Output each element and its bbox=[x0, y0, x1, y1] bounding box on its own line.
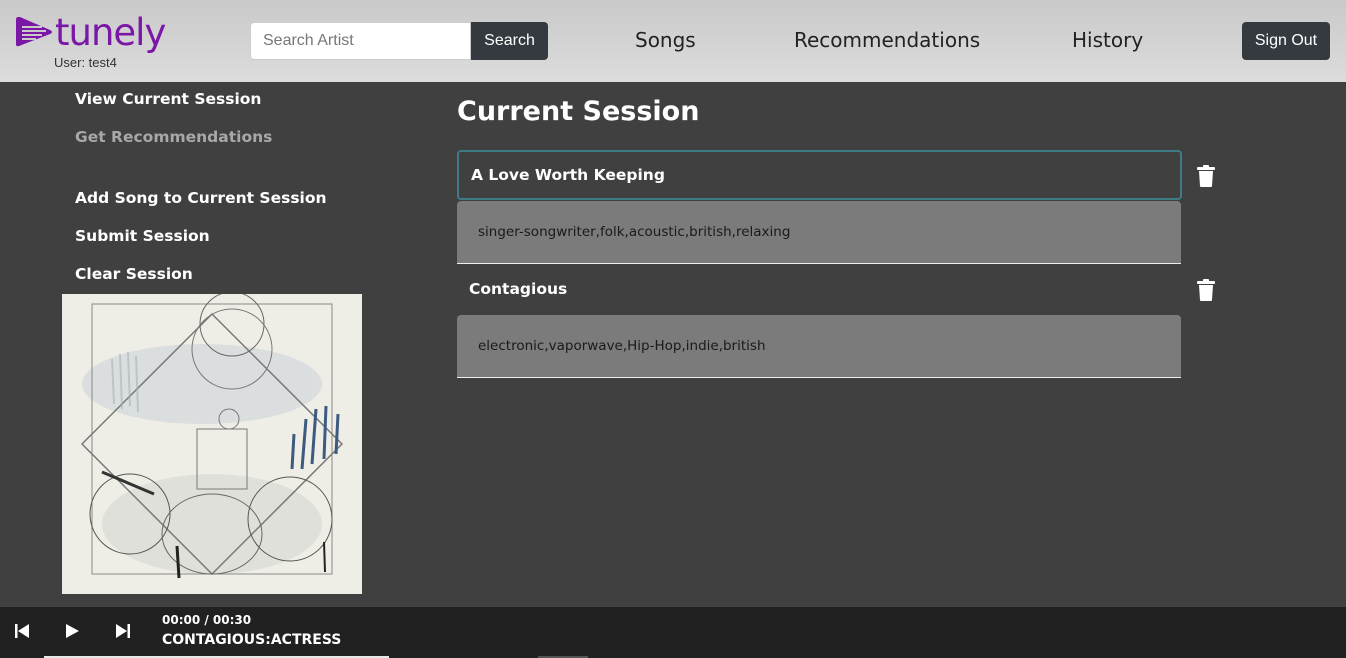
sidebar-item-submit-session[interactable]: Submit Session bbox=[75, 227, 210, 245]
song-tags: electronic,vaporwave,Hip-Hop,indie,briti… bbox=[457, 315, 1181, 378]
album-art bbox=[62, 294, 362, 594]
top-header: tunely User: test4 Search Songs Recommen… bbox=[0, 0, 1346, 82]
song-item-header[interactable]: Contagious bbox=[457, 264, 1182, 314]
playback-time: 00:00 / 00:30 bbox=[162, 613, 252, 627]
audio-player: 00:00 / 00:30 CONTAGIOUS:ACTRESS bbox=[0, 607, 1346, 658]
trash-icon[interactable] bbox=[1197, 279, 1215, 301]
play-icon[interactable] bbox=[66, 623, 79, 639]
now-playing-track: CONTAGIOUS:ACTRESS bbox=[162, 632, 342, 648]
tunely-logo[interactable]: tunely bbox=[14, 10, 166, 54]
nav-songs[interactable]: Songs bbox=[635, 28, 696, 52]
trash-icon[interactable] bbox=[1197, 165, 1215, 187]
user-label: User: test4 bbox=[54, 55, 117, 70]
play-logo-icon bbox=[16, 17, 52, 47]
logo-text: tunely bbox=[55, 10, 166, 54]
search-input[interactable] bbox=[250, 22, 471, 60]
nav-recommendations[interactable]: Recommendations bbox=[794, 28, 980, 52]
song-item-header[interactable]: A Love Worth Keeping bbox=[457, 150, 1182, 200]
page-title: Current Session bbox=[457, 96, 700, 127]
search-button[interactable]: Search bbox=[471, 22, 548, 60]
song-tags: singer-songwriter,folk,acoustic,british,… bbox=[457, 201, 1181, 264]
sign-out-button[interactable]: Sign Out bbox=[1242, 22, 1330, 60]
nav-history[interactable]: History bbox=[1072, 28, 1143, 52]
sidebar-item-view-current-session[interactable]: View Current Session bbox=[75, 90, 261, 108]
skip-next-icon[interactable] bbox=[116, 623, 130, 639]
sidebar-item-add-song[interactable]: Add Song to Current Session bbox=[75, 189, 327, 207]
sidebar-item-clear-session[interactable]: Clear Session bbox=[75, 265, 193, 283]
sidebar-item-get-recommendations[interactable]: Get Recommendations bbox=[75, 128, 272, 146]
skip-previous-icon[interactable] bbox=[15, 623, 29, 639]
